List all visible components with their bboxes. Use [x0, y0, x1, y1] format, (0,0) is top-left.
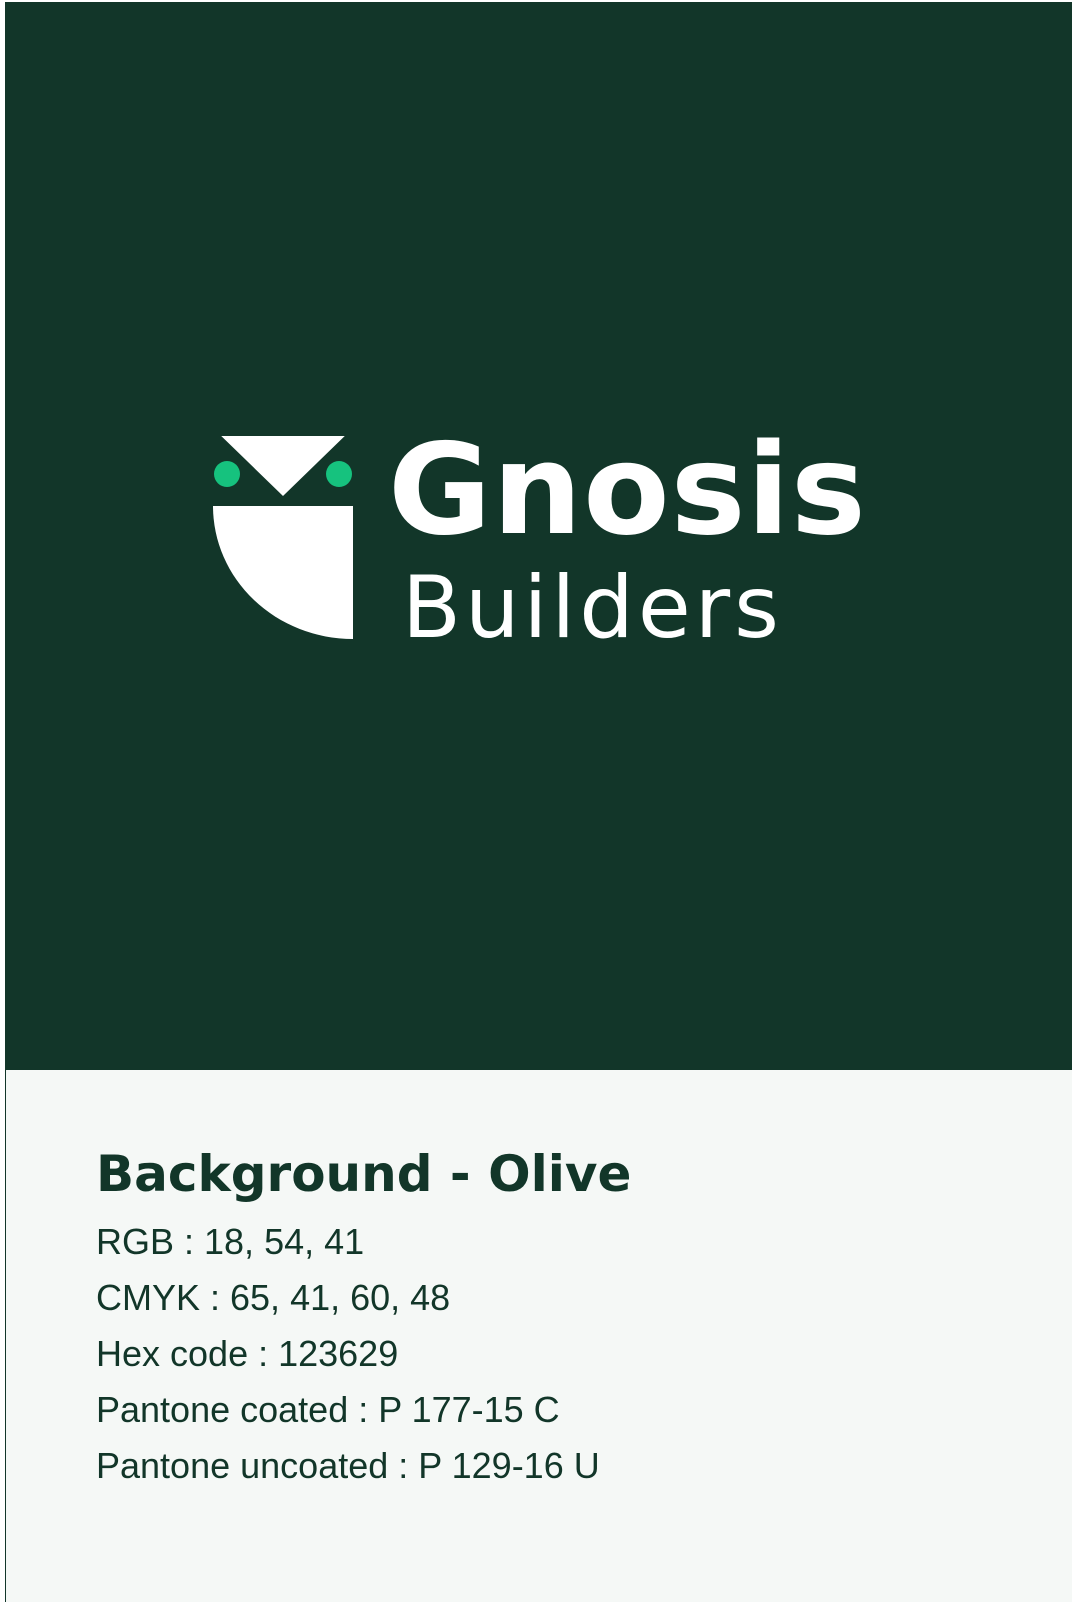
pantone-uncoated-value: Pantone uncoated : P 129-16 U	[96, 1445, 600, 1486]
color-title: Background - Olive	[96, 1145, 632, 1203]
cmyk-value: CMYK : 65, 41, 60, 48	[96, 1277, 451, 1318]
color-swatch: Gnosis Builders	[6, 2, 1072, 1070]
hex-value: Hex code : 123629	[96, 1333, 399, 1374]
owl-logo-icon	[213, 436, 353, 639]
pantone-coated-value: Pantone coated : P 177-15 C	[96, 1389, 560, 1430]
logo-word-gnosis: Gnosis	[388, 416, 867, 563]
color-info: Background - Olive RGB : 18, 54, 41 CMYK…	[96, 1142, 996, 1494]
gnosis-builders-logo: Gnosis Builders	[213, 420, 873, 658]
color-spec-card: Gnosis Builders Background - Olive RGB :…	[5, 2, 1072, 1602]
logo-wordmark: Gnosis Builders	[388, 420, 888, 660]
rgb-value: RGB : 18, 54, 41	[96, 1221, 365, 1262]
logo-word-builders: Builders	[402, 558, 783, 658]
